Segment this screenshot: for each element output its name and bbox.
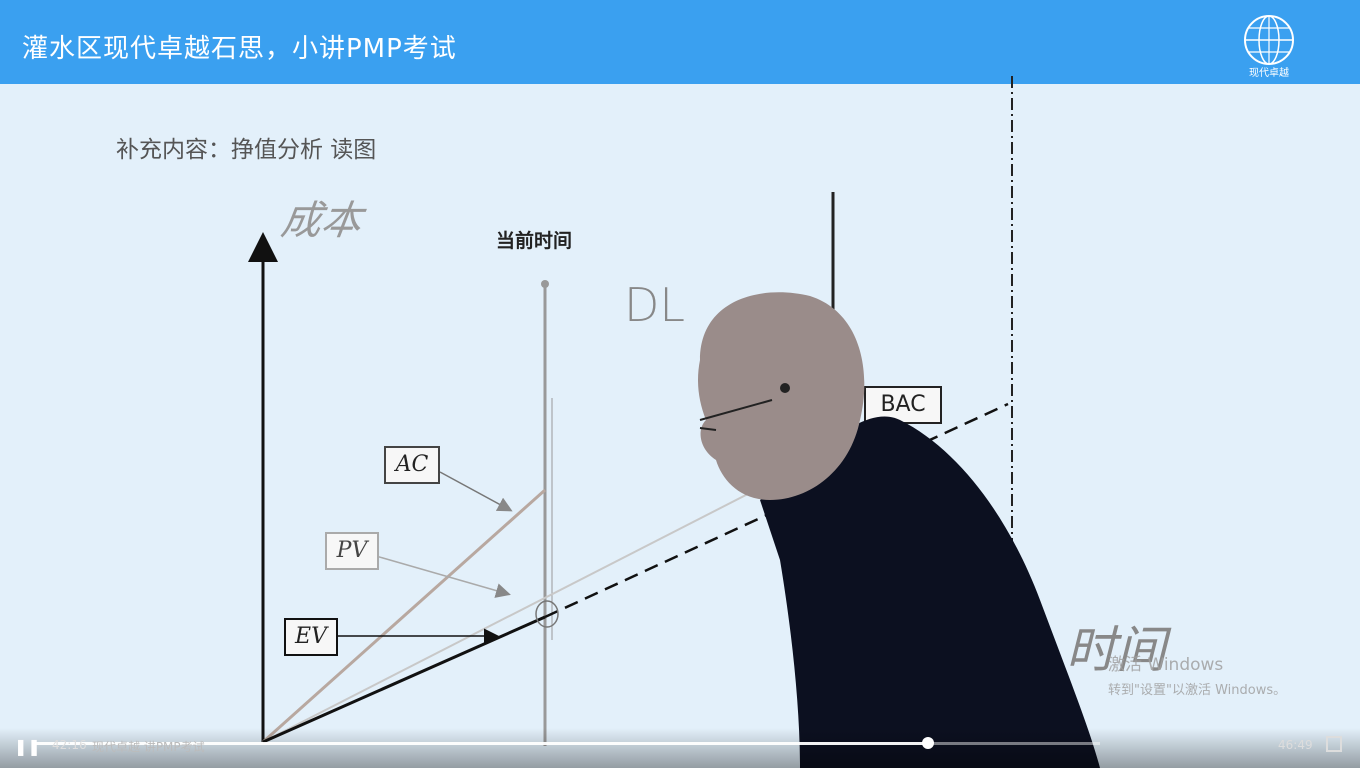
- video-controls: ❚❚ 42:16 现代卓越 讲PMP考试 46:49: [0, 728, 1360, 768]
- progress-thumb[interactable]: [921, 737, 934, 749]
- pause-icon[interactable]: ❚❚: [14, 736, 41, 758]
- video-frame: 灌水区现代卓越石思，小讲PMP考试 现代卓越 补充内容：挣值分析 读图 成本 当…: [0, 0, 1360, 768]
- video-caption: 现代卓越 讲PMP考试: [92, 740, 205, 754]
- time-total: 46:49: [1278, 738, 1313, 752]
- presenter-figure: [698, 292, 1100, 768]
- time-elapsed: 42:16: [52, 738, 87, 752]
- fullscreen-icon[interactable]: [1326, 736, 1342, 752]
